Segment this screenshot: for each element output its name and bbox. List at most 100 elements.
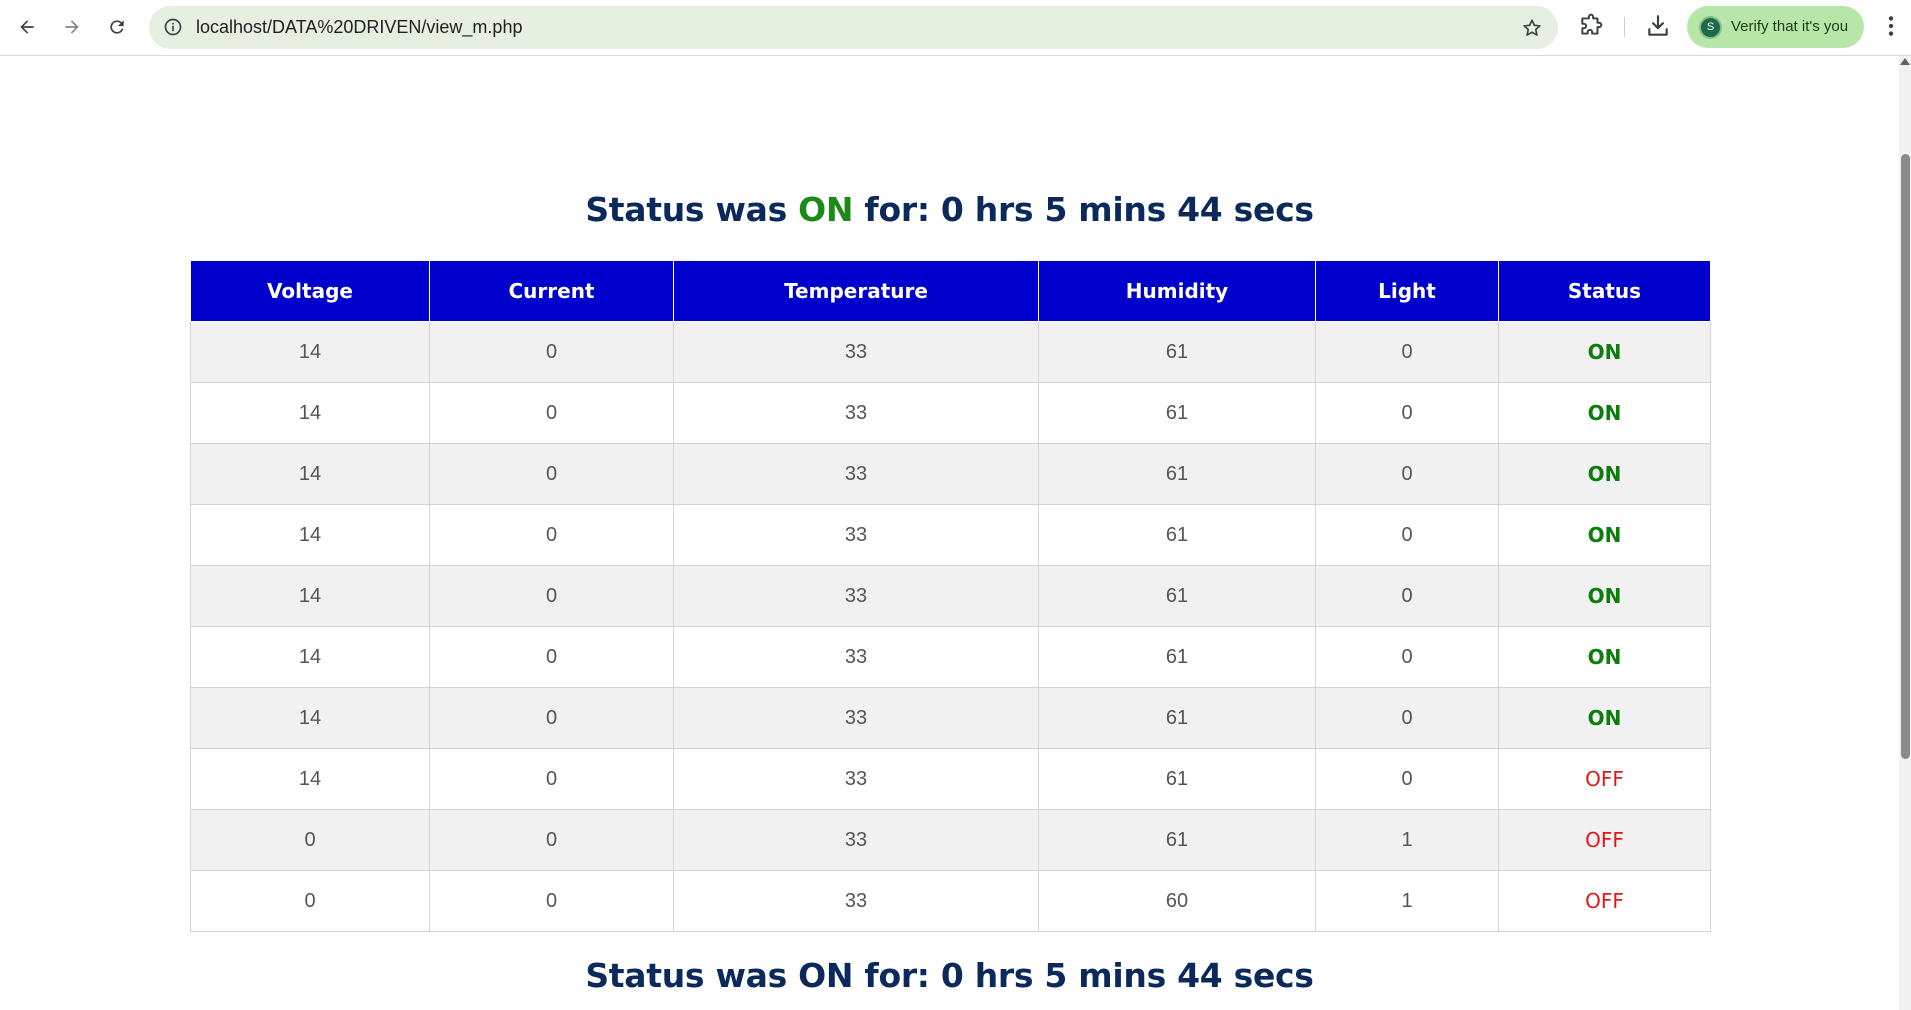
voltage-cell: 0 [190,870,430,932]
column-header-humidity: Humidity [1038,260,1316,322]
current-cell: 0 [429,443,674,505]
light-cell: 0 [1315,382,1499,444]
status-cell: ON [1498,504,1711,566]
status-cell: OFF [1498,809,1711,871]
temperature-cell: 33 [673,626,1039,688]
browser-toolbar: localhost/DATA%20DRIVEN/view_m.php S Ver… [0,0,1911,56]
voltage-cell: 14 [190,321,430,383]
status-cell: ON [1498,321,1711,383]
temperature-cell: 33 [673,565,1039,627]
voltage-cell: 14 [190,565,430,627]
star-icon[interactable] [1521,17,1543,39]
humidity-cell: 61 [1038,321,1316,383]
current-cell: 0 [429,748,674,810]
current-cell: 0 [429,321,674,383]
humidity-cell: 61 [1038,504,1316,566]
table-row: 14 0 33 61 0 ON [190,687,1711,749]
status-cell: ON [1498,382,1711,444]
status-cell: OFF [1498,748,1711,810]
current-cell: 0 [429,504,674,566]
temperature-cell: 33 [673,687,1039,749]
voltage-cell: 0 [190,809,430,871]
humidity-cell: 61 [1038,443,1316,505]
light-cell: 1 [1315,809,1499,871]
light-cell: 0 [1315,626,1499,688]
url-text[interactable]: localhost/DATA%20DRIVEN/view_m.php [196,6,522,49]
voltage-cell: 14 [190,748,430,810]
puzzle-icon[interactable] [1578,13,1604,39]
temperature-cell: 33 [673,382,1039,444]
download-icon[interactable] [1645,13,1671,39]
table-row: 0 0 33 60 1 OFF [190,870,1711,932]
voltage-cell: 14 [190,504,430,566]
status-cell: ON [1498,443,1711,505]
temperature-cell: 33 [673,321,1039,383]
table-row: 0 0 33 61 1 OFF [190,809,1711,871]
table-header-row: Voltage Current Temperature Humidity Lig… [190,260,1711,322]
humidity-cell: 60 [1038,870,1316,932]
kebab-menu-icon[interactable] [1878,13,1904,39]
verify-label: Verify that it's you [1731,18,1849,35]
column-header-voltage: Voltage [190,260,430,322]
table-row: 14 0 33 61 0 ON [190,504,1711,566]
light-cell: 0 [1315,321,1499,383]
table-row: 14 0 33 61 0 ON [190,565,1711,627]
current-cell: 0 [429,809,674,871]
column-header-current: Current [429,260,674,322]
avatar: S [1699,16,1722,39]
table-row: 14 0 33 61 0 ON [190,382,1711,444]
status-cell: ON [1498,626,1711,688]
temperature-cell: 33 [673,870,1039,932]
light-cell: 0 [1315,504,1499,566]
humidity-cell: 61 [1038,565,1316,627]
toolbar-divider [1624,17,1625,37]
summary-state: ON [798,190,854,229]
current-cell: 0 [429,565,674,627]
current-cell: 0 [429,687,674,749]
light-cell: 0 [1315,565,1499,627]
table-row: 14 0 33 61 0 ON [190,443,1711,505]
temperature-cell: 33 [673,443,1039,505]
status-summary-footer: Status was ON for: 0 hrs 5 mins 44 secs [585,956,1314,995]
temperature-cell: 33 [673,748,1039,810]
status-cell: OFF [1498,870,1711,932]
column-header-temperature: Temperature [673,260,1039,322]
forward-arrow-icon [65,20,79,34]
table-row: 14 0 33 61 0 ON [190,321,1711,383]
light-cell: 1 [1315,870,1499,932]
current-cell: 0 [429,626,674,688]
voltage-cell: 14 [190,687,430,749]
reload-button[interactable] [100,10,134,44]
status-summary-heading: Status was ON for: 0 hrs 5 mins 44 secs [0,190,1899,229]
back-button[interactable] [10,10,44,44]
verify-identity-button[interactable]: S Verify that it's you [1687,6,1864,48]
reload-icon [110,20,124,34]
back-arrow-icon [20,20,34,34]
site-info-icon[interactable] [163,17,183,37]
voltage-cell: 14 [190,382,430,444]
scroll-up-arrow-icon[interactable] [1900,58,1910,65]
column-header-light: Light [1315,260,1499,322]
temperature-cell: 33 [673,504,1039,566]
status-cell: ON [1498,565,1711,627]
current-cell: 0 [429,382,674,444]
column-header-status: Status [1498,260,1711,322]
current-cell: 0 [429,870,674,932]
voltage-cell: 14 [190,443,430,505]
humidity-cell: 61 [1038,809,1316,871]
light-cell: 0 [1315,687,1499,749]
address-bar[interactable]: localhost/DATA%20DRIVEN/view_m.php [149,6,1558,49]
scrollbar-thumb[interactable] [1901,154,1910,759]
temperature-cell: 33 [673,809,1039,871]
status-cell: ON [1498,687,1711,749]
voltage-cell: 14 [190,626,430,688]
sensor-data-table: Voltage Current Temperature Humidity Lig… [190,260,1711,932]
humidity-cell: 61 [1038,687,1316,749]
summary-suffix: for: 0 hrs 5 mins 44 secs [864,190,1314,229]
light-cell: 0 [1315,748,1499,810]
humidity-cell: 61 [1038,748,1316,810]
table-row: 14 0 33 61 0 ON [190,626,1711,688]
forward-button[interactable] [55,10,89,44]
humidity-cell: 61 [1038,382,1316,444]
humidity-cell: 61 [1038,626,1316,688]
